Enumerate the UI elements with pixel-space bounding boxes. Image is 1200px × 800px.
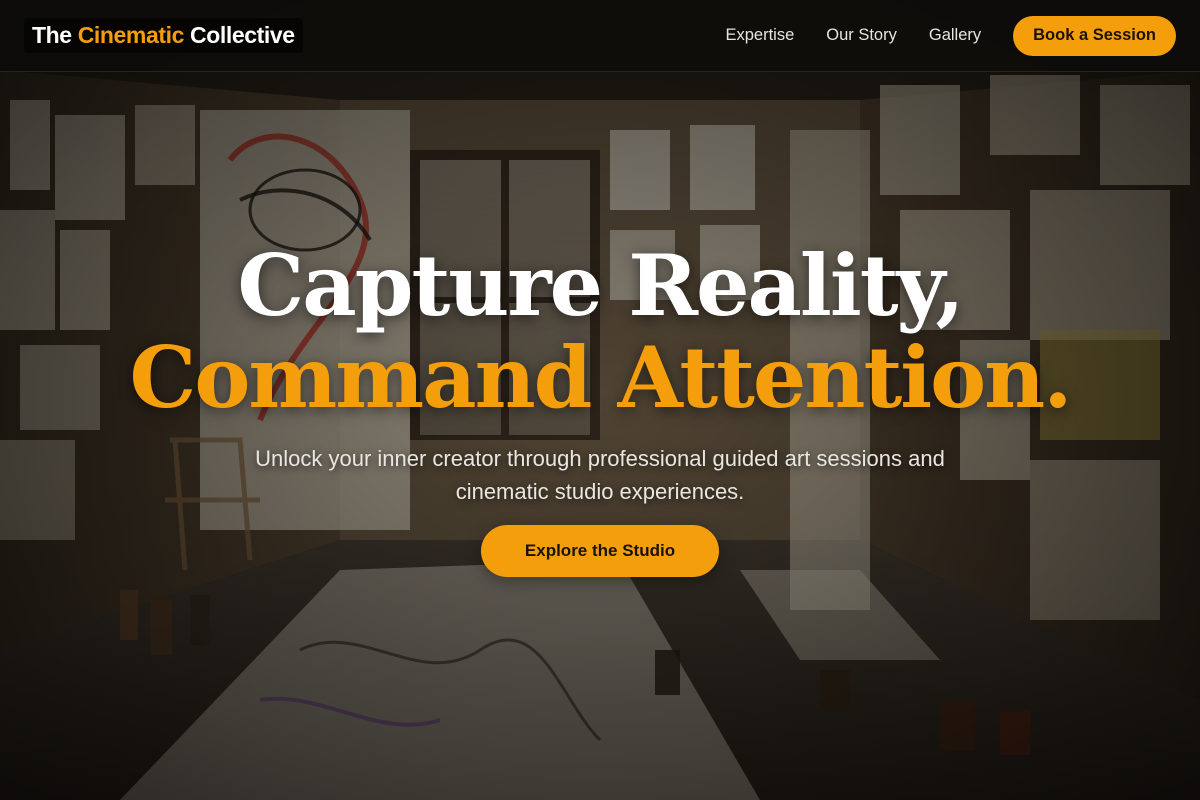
top-navbar: The Cinematic Collective Expertise Our S… [0, 0, 1200, 72]
hero-section: Capture Reality, Command Attention. Unlo… [0, 72, 1200, 800]
brand-logo[interactable]: The Cinematic Collective [24, 18, 303, 53]
nav-links: Expertise Our Story Gallery Book a Sessi… [725, 15, 1176, 56]
hero-headline: Capture Reality, Command Attention. [0, 240, 1200, 424]
nav-link-expertise[interactable]: Expertise [725, 26, 794, 45]
brand-prefix: The [32, 22, 78, 48]
nav-link-our-story[interactable]: Our Story [826, 26, 897, 45]
brand-accent: Cinematic [77, 22, 185, 48]
book-session-button[interactable]: Book a Session [1013, 15, 1176, 56]
nav-link-gallery[interactable]: Gallery [929, 26, 981, 45]
brand-suffix: Collective [184, 22, 295, 48]
headline-line-2: Command Attention. [129, 328, 1073, 427]
explore-studio-button[interactable]: Explore the Studio [481, 525, 719, 577]
hero-subtitle: Unlock your inner creator through profes… [255, 446, 945, 504]
headline-line-1: Capture Reality, [237, 236, 964, 335]
